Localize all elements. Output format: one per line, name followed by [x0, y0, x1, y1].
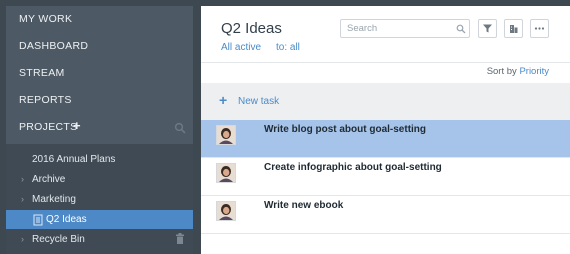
task-row[interactable]: Write blog post about goal-setting [201, 120, 570, 158]
filter-button[interactable] [478, 19, 497, 38]
tree-item-label: Marketing [32, 194, 76, 205]
filter-assignee[interactable]: to: all [276, 42, 300, 53]
trash-icon[interactable] [175, 233, 185, 245]
add-project-plus-icon[interactable]: + [73, 119, 81, 132]
nav-dashboard[interactable]: DASHBOARD [19, 40, 88, 52]
new-task-button[interactable]: + New task [201, 83, 570, 120]
chevron-right-icon[interactable]: › [21, 194, 24, 204]
search-input[interactable] [340, 19, 470, 38]
search-icon[interactable] [174, 122, 186, 134]
tree-item-q2-ideas[interactable]: Q2 Ideas [6, 210, 193, 229]
sidebar: MY WORK DASHBOARD STREAM REPORTS PROJECT… [6, 6, 193, 254]
more-options-button[interactable] [530, 19, 549, 38]
page-title: Q2 Ideas [221, 20, 282, 37]
header-divider [201, 62, 570, 63]
tree-item-label: 2016 Annual Plans [32, 154, 116, 165]
sort-value[interactable]: Priority [519, 66, 549, 77]
project-tree: 2016 Annual Plans › Archive › Marketing … [6, 144, 193, 254]
tree-item-label: Archive [32, 174, 66, 185]
main-panel: Q2 Ideas All active to: all Sort by Prio… [201, 6, 570, 254]
tree-item-marketing[interactable]: › Marketing [6, 190, 193, 209]
task-title: Write new ebook [264, 200, 344, 211]
filter-status[interactable]: All active [221, 42, 261, 53]
nav-my-work[interactable]: MY WORK [19, 13, 72, 25]
avatar [216, 201, 236, 221]
tree-item-2016-annual-plans[interactable]: 2016 Annual Plans [6, 150, 193, 169]
tree-item-label: Recycle Bin [32, 234, 85, 245]
ellipsis-icon [534, 27, 545, 30]
sort-control: Sort by Priority [487, 66, 549, 77]
task-row[interactable]: Write new ebook [201, 196, 570, 234]
new-task-label: New task [238, 96, 280, 107]
tree-item-recycle-bin[interactable]: › Recycle Bin [6, 230, 193, 249]
project-info-button[interactable] [504, 19, 523, 38]
task-title: Create infographic about goal-setting [264, 162, 442, 173]
chevron-right-icon[interactable]: › [21, 234, 24, 244]
tree-item-label: Q2 Ideas [46, 214, 87, 225]
task-row[interactable]: Create infographic about goal-setting [201, 158, 570, 196]
nav-reports[interactable]: REPORTS [19, 94, 72, 106]
projects-header: PROJECTS + [6, 116, 193, 140]
nav-stream[interactable]: STREAM [19, 67, 65, 79]
avatar [216, 125, 236, 145]
plus-icon: + [219, 92, 228, 108]
projects-label[interactable]: PROJECTS [19, 121, 77, 133]
sort-prefix: Sort by [486, 66, 517, 77]
tree-item-archive[interactable]: › Archive [6, 170, 193, 189]
filter-icon [483, 24, 492, 33]
chevron-right-icon[interactable]: › [21, 174, 24, 184]
avatar [216, 163, 236, 183]
building-icon [510, 25, 518, 33]
folder-icon [33, 214, 43, 226]
task-title: Write blog post about goal-setting [264, 124, 427, 135]
